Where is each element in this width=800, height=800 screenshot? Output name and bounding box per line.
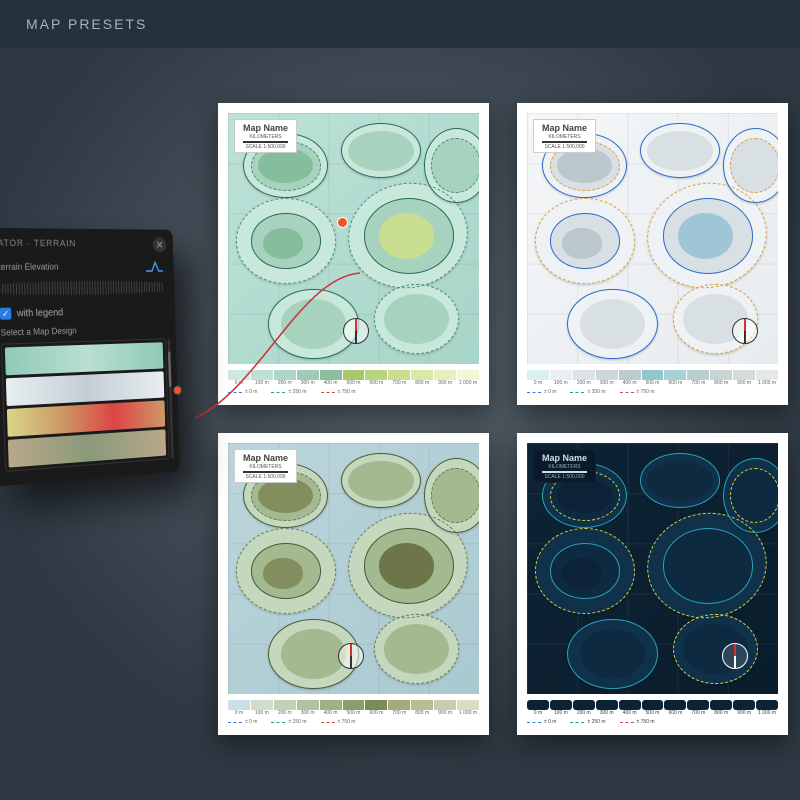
with-legend-label: with legend <box>17 307 64 319</box>
map-name: Map Name <box>243 123 288 134</box>
map-name: Map Name <box>542 453 587 464</box>
legend-labels: 0 m100 m200 m300 m400 m500 m600 m700 m80… <box>228 710 479 716</box>
scale-value: SCALE 1:500,000 <box>542 474 587 480</box>
page-title: MAP PRESETS <box>0 0 800 48</box>
map-preview: Map NameKILOMETERS SCALE 1:500,000 <box>527 443 778 694</box>
scale-caption: KILOMETERS <box>542 134 587 140</box>
stage: ✕ ATOR · TERRAIN terrain Elevation with … <box>0 48 800 800</box>
scale-caption: KILOMETERS <box>542 464 587 470</box>
legend-labels: 0 m100 m200 m300 m400 m500 m600 m700 m80… <box>228 380 479 386</box>
scale-caption: KILOMETERS <box>243 134 288 140</box>
map-title-box: Map NameKILOMETERS SCALE 1:500,000 <box>533 449 596 483</box>
scale-value: SCALE 1:500,000 <box>243 144 288 150</box>
preset-card-2[interactable]: Map NameKILOMETERS SCALE 1:500,000 0 m100 … <box>517 103 788 405</box>
preset-card-3[interactable]: Map NameKILOMETERS SCALE 1:500,000 0 m100 … <box>218 433 489 735</box>
scale-value: SCALE 1:500,000 <box>542 144 587 150</box>
design-thumb-list <box>1 338 170 471</box>
select-design-label: Select a Map Design <box>0 323 165 337</box>
design-thumb-1[interactable] <box>5 342 164 375</box>
panel-connector-dot-icon <box>174 386 181 394</box>
elevation-spark-icon <box>145 260 164 273</box>
compass-icon <box>722 643 748 669</box>
compass-icon <box>343 318 369 344</box>
connector-dot-icon <box>338 218 347 227</box>
preset-grid: Map NameKILOMETERSSCALE 1:500,0000 m100 … <box>218 103 788 735</box>
panel-header: ATOR · TERRAIN <box>0 238 163 248</box>
legend-contour-key: ± 0 m± 250 m± 750 m <box>527 719 778 725</box>
legend-contour-key: ± 0 m± 250 m± 750 m <box>228 389 479 395</box>
scale-value: SCALE 1:500,000 <box>243 474 288 480</box>
map-name: Map Name <box>542 123 587 134</box>
elevation-text: terrain Elevation <box>0 262 59 272</box>
terrain-panel: ✕ ATOR · TERRAIN terrain Elevation with … <box>0 228 180 487</box>
legend-labels: 0 m100 m200 m300 m400 m500 m600 m700 m80… <box>527 380 778 386</box>
legend-labels: 0 m100 m200 m300 m400 m500 m600 m700 m80… <box>527 710 778 716</box>
map-title-box: Map NameKILOMETERS SCALE 1:500,000 <box>234 119 297 153</box>
map-name: Map Name <box>243 453 288 464</box>
thumb-scrollbar[interactable] <box>168 339 174 458</box>
legend-swatches <box>228 700 479 710</box>
map-preview: Map NameKILOMETERS SCALE 1:500,000 <box>228 443 479 694</box>
legend-contour-key: ± 0 m± 250 m± 750 m <box>228 719 479 725</box>
elevation-label: terrain Elevation <box>0 260 164 274</box>
legend-swatches <box>527 370 778 380</box>
compass-icon <box>732 318 758 344</box>
map-preview: Map NameKILOMETERS SCALE 1:500,000 <box>228 113 479 364</box>
with-legend-checkbox[interactable] <box>0 308 11 320</box>
legend-swatches <box>527 700 778 710</box>
compass-icon <box>338 643 364 669</box>
close-icon[interactable]: ✕ <box>153 237 167 252</box>
elevation-slider[interactable] <box>0 278 164 297</box>
scale-caption: KILOMETERS <box>243 464 288 470</box>
preset-card-4[interactable]: Map NameKILOMETERS SCALE 1:500,000 0 m100 … <box>517 433 788 735</box>
map-preview: Map NameKILOMETERS SCALE 1:500,000 <box>527 113 778 364</box>
preset-card-1[interactable]: Map NameKILOMETERS SCALE 1:500,000 0 m100 … <box>218 103 489 405</box>
legend-contour-key: ± 0 m± 250 m± 750 m <box>527 389 778 395</box>
map-title-box: Map NameKILOMETERS SCALE 1:500,000 <box>533 119 596 153</box>
map-title-box: Map NameKILOMETERS SCALE 1:500,000 <box>234 449 297 483</box>
legend-swatches <box>228 370 479 380</box>
